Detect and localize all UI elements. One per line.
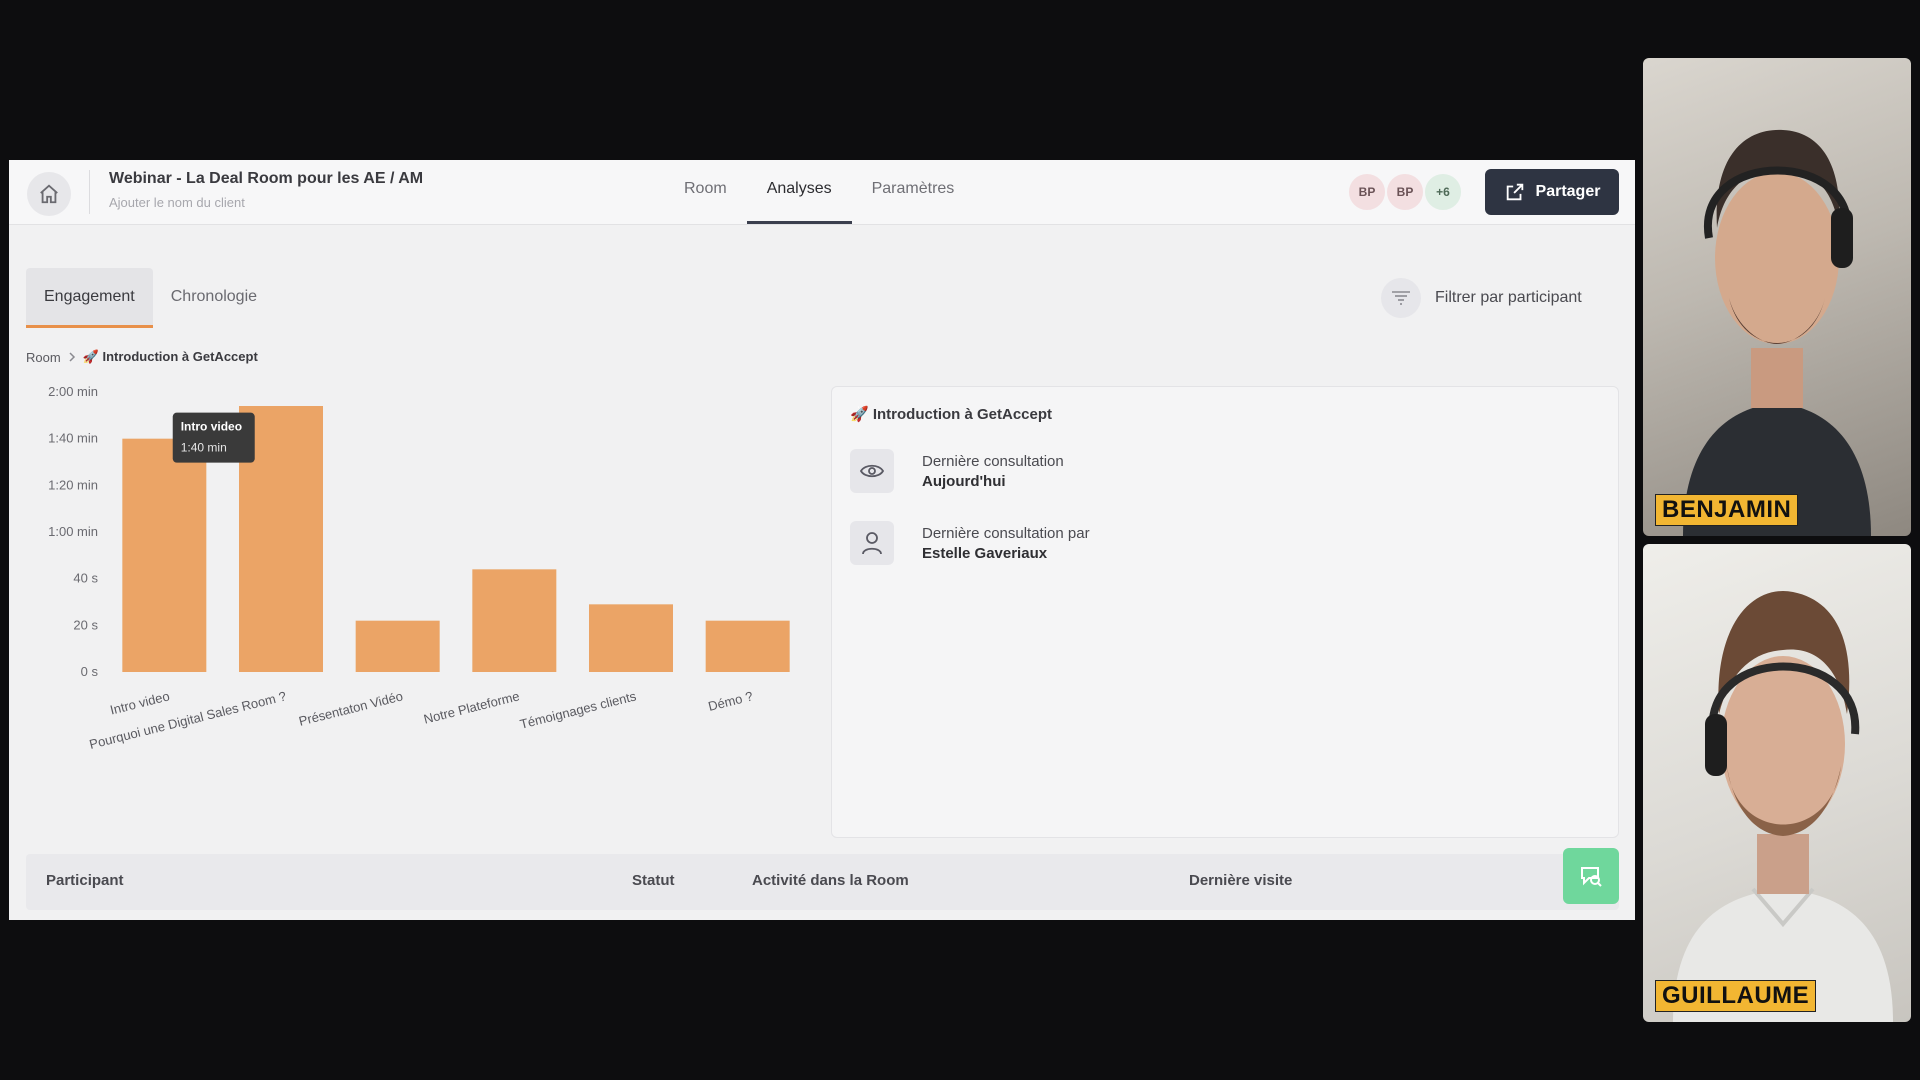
chevron-right-icon (69, 352, 75, 362)
last-view-row: Dernière consultation Aujourd'hui (850, 447, 1064, 495)
last-view-value: Aujourd'hui (922, 472, 1006, 490)
x-tick-label: Notre Plateforme (422, 688, 521, 726)
column-statut[interactable]: Statut (632, 872, 675, 889)
column-participant[interactable]: Participant (46, 872, 124, 889)
y-tick-label: 40 s (73, 571, 98, 586)
tooltip-value: 1:40 min (181, 441, 227, 455)
avatar[interactable]: BP (1347, 172, 1387, 212)
top-bar: Webinar - La Deal Room pour les AE / AM … (9, 160, 1635, 225)
share-button[interactable]: Partager (1485, 169, 1619, 215)
participants-table-header: Participant Statut Activité dans la Room… (26, 848, 1619, 910)
room-title: Webinar - La Deal Room pour les AE / AM (109, 170, 424, 187)
y-tick-label: 1:00 min (48, 524, 98, 539)
bar[interactable] (122, 438, 207, 672)
main-tabs: Room Analyses Paramètres (664, 160, 974, 224)
last-view-by-value: Estelle Gaveriaux (922, 544, 1048, 562)
add-client-name-link[interactable]: Ajouter le nom du client (109, 195, 245, 210)
column-derniere-visite[interactable]: Dernière visite (1189, 872, 1292, 889)
x-tick-label: Intro video (109, 688, 172, 717)
column-activite[interactable]: Activité dans la Room (752, 872, 909, 889)
breadcrumb-current: 🚀 Introduction à GetAccept (82, 349, 258, 364)
filter-icon (1381, 278, 1421, 318)
participant-name-label: BENJAMIN (1655, 494, 1799, 526)
eye-icon (850, 449, 894, 493)
section-detail-card: 🚀 Introduction à GetAccept Dernière cons… (831, 386, 1619, 838)
tab-chronologie[interactable]: Chronologie (153, 268, 275, 328)
x-tick-label: Pourquoi une Digital Sales Room ? (88, 688, 288, 752)
divider (89, 170, 90, 214)
tab-room[interactable]: Room (664, 160, 747, 224)
bar[interactable] (355, 620, 440, 672)
participant-avatars[interactable]: BP BP +6 (1347, 172, 1463, 212)
share-label: Partager (1535, 183, 1601, 200)
x-tick-label: Témoignages clients (518, 688, 638, 732)
user-icon (850, 521, 894, 565)
breadcrumb: Room 🚀 Introduction à GetAccept (26, 349, 258, 365)
sub-tabs: Engagement Chronologie (26, 268, 275, 328)
filter-by-participant-button[interactable]: Filtrer par participant (1381, 278, 1582, 318)
video-tile-benjamin[interactable]: BENJAMIN (1643, 58, 1911, 536)
filter-label: Filtrer par participant (1435, 289, 1582, 306)
tab-parametres[interactable]: Paramètres (852, 160, 975, 224)
y-tick-label: 1:40 min (48, 431, 98, 446)
participant-video-icon (1673, 591, 1893, 1022)
y-tick-label: 20 s (73, 617, 98, 632)
bar[interactable] (705, 620, 790, 672)
chat-search-icon (1581, 867, 1602, 887)
chat-button[interactable] (1563, 848, 1619, 904)
last-view-label: Dernière consultation (922, 452, 1064, 470)
y-tick-label: 2:00 min (48, 384, 98, 399)
x-tick-label: Présentaton Vidéo (297, 688, 404, 728)
tooltip-title: Intro video (181, 420, 242, 434)
last-view-by-label: Dernière consultation par (922, 524, 1090, 542)
more-avatars-badge[interactable]: +6 (1423, 172, 1463, 212)
home-icon (40, 184, 58, 204)
home-button[interactable] (27, 172, 71, 216)
card-title: 🚀 Introduction à GetAccept (850, 406, 1053, 423)
video-tile-guillaume[interactable]: GUILLAUME (1643, 544, 1911, 1022)
bar[interactable] (472, 569, 557, 672)
external-link-icon (1506, 183, 1523, 201)
screen-share: Webinar - La Deal Room pour les AE / AM … (9, 160, 1635, 920)
participant-video-icon (1683, 129, 1871, 536)
last-view-by-row: Dernière consultation par Estelle Gaveri… (850, 519, 1090, 567)
breadcrumb-room[interactable]: Room (26, 350, 61, 365)
y-tick-label: 1:20 min (48, 477, 98, 492)
y-tick-label: 0 s (81, 664, 99, 679)
tab-engagement[interactable]: Engagement (26, 268, 153, 328)
avatar[interactable]: BP (1385, 172, 1425, 212)
x-tick-label: Démo ? (707, 688, 755, 714)
tab-analyses[interactable]: Analyses (746, 160, 852, 224)
participant-name-label: GUILLAUME (1655, 980, 1817, 1012)
engagement-bar-chart: 0 s 20 s 40 s 1:00 min 1:20 min 1:40 min 2:00 … (48, 384, 790, 752)
bar[interactable] (589, 604, 673, 672)
